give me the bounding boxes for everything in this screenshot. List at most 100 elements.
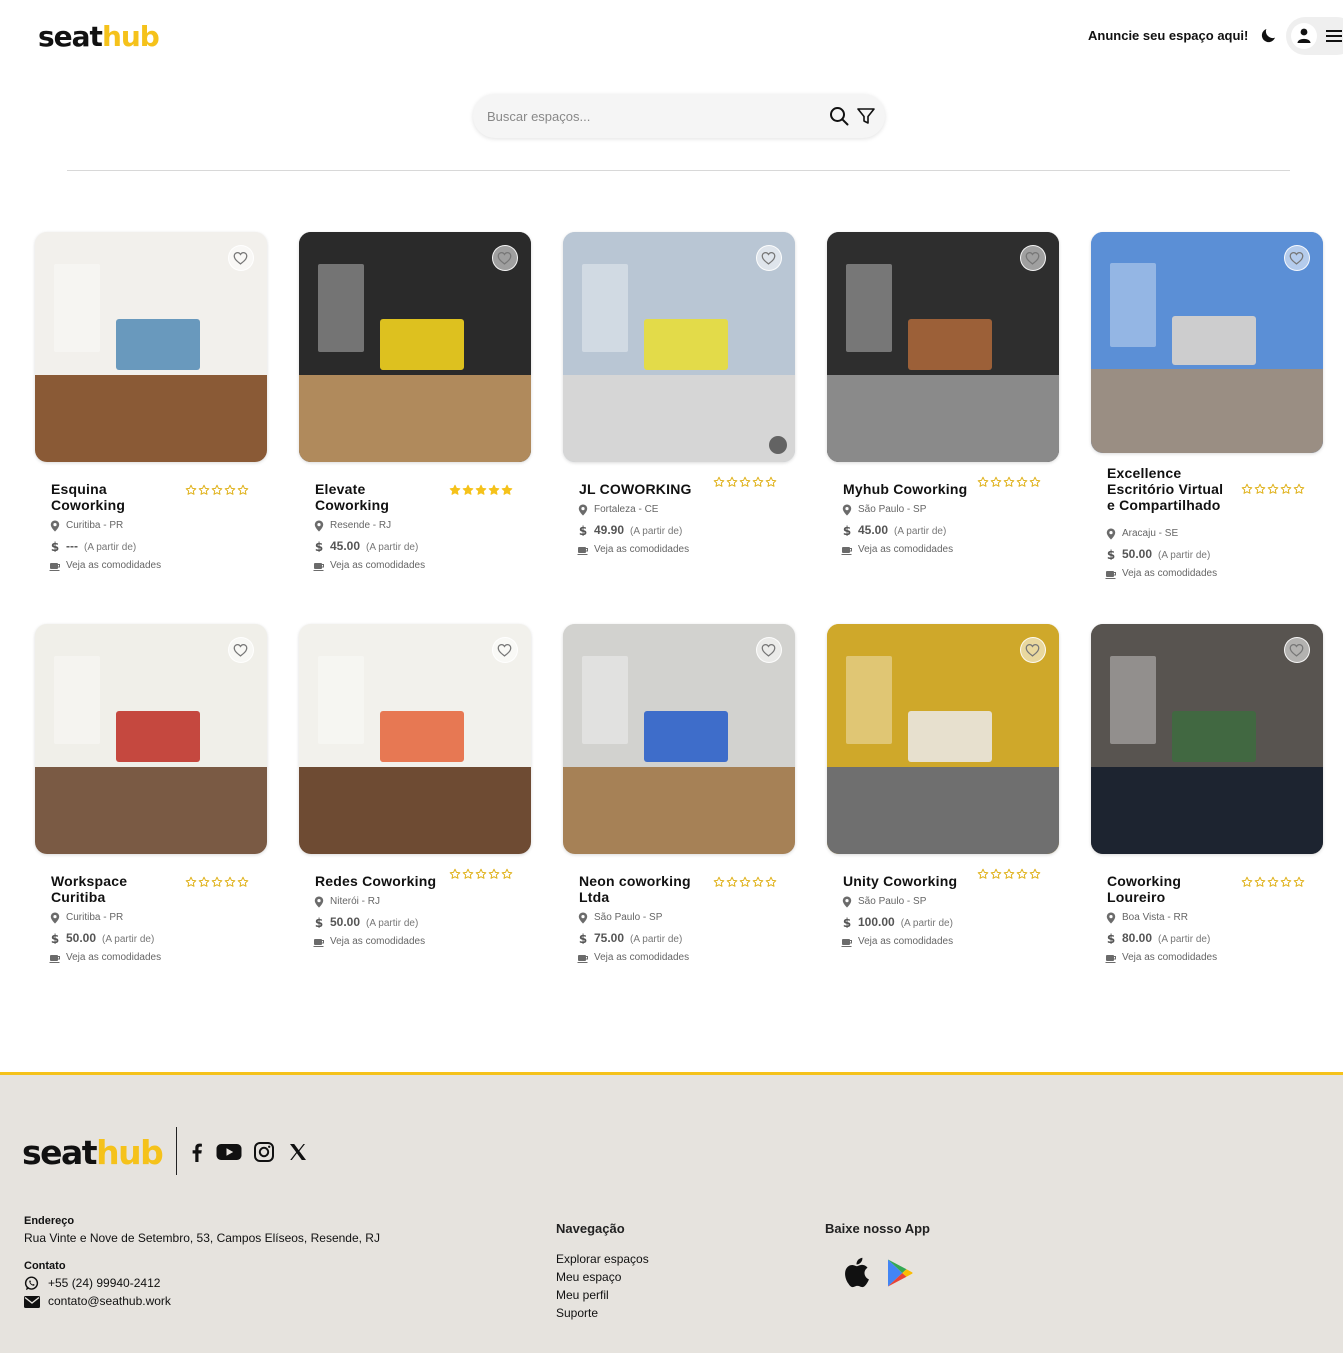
amenities-link[interactable]: Veja as comodidades xyxy=(66,556,161,576)
footer-link-my-profile[interactable]: Meu perfil xyxy=(556,1288,609,1302)
listing-title[interactable]: Neon coworking Ltda xyxy=(579,873,704,905)
instagram-icon[interactable] xyxy=(253,1141,275,1163)
user-menu-button[interactable] xyxy=(1286,17,1343,55)
contact-phone[interactable]: +55 (24) 99940-2412 xyxy=(48,1276,160,1290)
favorite-heart-button[interactable] xyxy=(1020,637,1046,663)
amenities-link[interactable]: Veja as comodidades xyxy=(594,948,689,968)
location-row: Niterói - RJ xyxy=(313,892,523,912)
amenities-link[interactable]: Veja as comodidades xyxy=(594,540,689,560)
amenities-link[interactable]: Veja as comodidades xyxy=(66,948,161,968)
amenities-row[interactable]: Veja as comodidades xyxy=(1105,564,1315,584)
favorite-heart-button[interactable] xyxy=(492,637,518,663)
listing-photo[interactable] xyxy=(1091,624,1323,854)
amenities-row[interactable]: Veja as comodidades xyxy=(313,932,523,952)
favorite-heart-button[interactable] xyxy=(1020,245,1046,271)
amenities-link[interactable]: Veja as comodidades xyxy=(1122,948,1217,968)
amenities-link[interactable]: Veja as comodidades xyxy=(330,932,425,952)
listing-meta: São Paulo - SP $ 45.00 (A partir de) Veja… xyxy=(841,500,1051,560)
favorite-heart-button[interactable] xyxy=(492,245,518,271)
listing-card[interactable]: JL COWORKING Fortaleza - CE $ 49.90 (A pa… xyxy=(563,232,795,592)
listing-photo[interactable] xyxy=(299,624,531,854)
amenities-row[interactable]: Veja as comodidades xyxy=(1105,948,1315,968)
listing-photo[interactable] xyxy=(1091,232,1323,453)
amenities-link[interactable]: Veja as comodidades xyxy=(858,540,953,560)
listing-title[interactable]: Coworking Loureiro xyxy=(1107,873,1232,905)
star-empty-icon xyxy=(1254,483,1266,494)
listing-card[interactable]: Redes Coworking Niterói - RJ $ 50.00 (A p… xyxy=(299,624,531,984)
listing-price: 100.00 xyxy=(858,915,895,929)
rating-stars xyxy=(449,484,513,496)
price-from-label: (A partir de) xyxy=(630,934,683,945)
listing-title[interactable]: Workspace Curitiba xyxy=(51,873,176,905)
star-empty-icon xyxy=(1280,483,1292,494)
rating-stars xyxy=(185,484,249,496)
footer-link-my-space[interactable]: Meu espaço xyxy=(556,1270,621,1284)
amenities-row[interactable]: Veja as comodidades xyxy=(577,540,787,560)
listing-card[interactable]: Coworking Loureiro Boa Vista - RR $ 80.0… xyxy=(1091,624,1323,984)
facebook-icon[interactable] xyxy=(186,1141,208,1163)
amenities-link[interactable]: Veja as comodidades xyxy=(330,556,425,576)
google-play-icon[interactable] xyxy=(886,1258,914,1288)
favorite-heart-button[interactable] xyxy=(1284,245,1310,271)
contact-email[interactable]: contato@seathub.work xyxy=(48,1294,171,1308)
favorite-heart-button[interactable] xyxy=(1284,637,1310,663)
listing-title[interactable]: JL COWORKING xyxy=(579,481,704,497)
favorite-heart-button[interactable] xyxy=(228,637,254,663)
announce-space-link[interactable]: Anuncie seu espaço aqui! xyxy=(1088,28,1248,44)
amenities-row[interactable]: Veja as comodidades xyxy=(313,556,523,576)
listing-card[interactable]: Neon coworking Ltda São Paulo - SP $ 75.… xyxy=(563,624,795,984)
listing-card[interactable]: Myhub Coworking São Paulo - SP $ 45.00 (A… xyxy=(827,232,1059,592)
apple-app-store-icon[interactable] xyxy=(840,1255,870,1289)
amenities-row[interactable]: Veja as comodidades xyxy=(49,948,259,968)
listing-card[interactable]: Unity Coworking São Paulo - SP $ 100.00 (… xyxy=(827,624,1059,984)
listing-title[interactable]: Redes Coworking xyxy=(315,873,440,889)
amenities-row[interactable]: Veja as comodidades xyxy=(841,540,1051,560)
svg-text:$: $ xyxy=(1107,932,1115,944)
listing-photo[interactable] xyxy=(827,232,1059,462)
listing-title[interactable]: Myhub Coworking xyxy=(843,481,968,497)
mute-video-icon[interactable] xyxy=(769,436,787,454)
amenities-row[interactable]: Veja as comodidades xyxy=(577,948,787,968)
amenities-row[interactable]: Veja as comodidades xyxy=(49,556,259,576)
listing-title[interactable]: Excellence Escritório Virtual e Comparti… xyxy=(1107,465,1232,513)
listing-photo[interactable] xyxy=(299,232,531,462)
dark-mode-toggle-icon[interactable] xyxy=(1260,26,1280,46)
price-from-label: (A partir de) xyxy=(1158,550,1211,561)
listing-photo[interactable] xyxy=(35,232,267,462)
price-row: $ 100.00 (A partir de) xyxy=(841,912,1051,932)
favorite-heart-button[interactable] xyxy=(756,245,782,271)
favorite-heart-button[interactable] xyxy=(228,245,254,271)
footer-link-explore[interactable]: Explorar espaços xyxy=(556,1252,649,1266)
star-empty-icon xyxy=(1293,483,1305,494)
hamburger-menu-icon xyxy=(1326,30,1342,42)
search-input[interactable] xyxy=(487,106,807,126)
listing-title[interactable]: Unity Coworking xyxy=(843,873,968,889)
price-from-label: (A partir de) xyxy=(366,918,419,929)
whatsapp-icon xyxy=(24,1276,39,1291)
listing-location: Aracaju - SE xyxy=(1122,528,1179,539)
search-icon[interactable] xyxy=(829,106,849,126)
listing-photo[interactable] xyxy=(563,624,795,854)
amenities-link[interactable]: Veja as comodidades xyxy=(1122,564,1217,584)
seathub-logo[interactable]: seathub xyxy=(38,18,160,56)
listing-photo[interactable] xyxy=(563,232,795,462)
x-twitter-icon[interactable] xyxy=(287,1141,309,1163)
footer-link-support[interactable]: Suporte xyxy=(556,1306,598,1320)
listing-price: 75.00 xyxy=(594,931,625,945)
listing-card[interactable]: Excellence Escritório Virtual e Comparti… xyxy=(1091,232,1323,592)
star-empty-icon xyxy=(726,476,738,487)
listing-card[interactable]: Esquina Coworking Curitiba - PR $ --- (A … xyxy=(35,232,267,592)
heart-icon xyxy=(497,643,512,657)
footer-logo[interactable]: seathub xyxy=(22,1133,164,1173)
listing-photo[interactable] xyxy=(35,624,267,854)
amenities-link[interactable]: Veja as comodidades xyxy=(858,932,953,952)
listing-title[interactable]: Elevate Coworking xyxy=(315,481,440,513)
filter-icon[interactable] xyxy=(857,107,875,125)
listing-title[interactable]: Esquina Coworking xyxy=(51,481,176,513)
listing-card[interactable]: Workspace Curitiba Curitiba - PR $ 50.00… xyxy=(35,624,267,984)
listing-photo[interactable] xyxy=(827,624,1059,854)
youtube-icon[interactable] xyxy=(216,1141,242,1163)
amenities-row[interactable]: Veja as comodidades xyxy=(841,932,1051,952)
listing-card[interactable]: Elevate Coworking Resende - RJ $ 45.00 (A… xyxy=(299,232,531,592)
favorite-heart-button[interactable] xyxy=(756,637,782,663)
